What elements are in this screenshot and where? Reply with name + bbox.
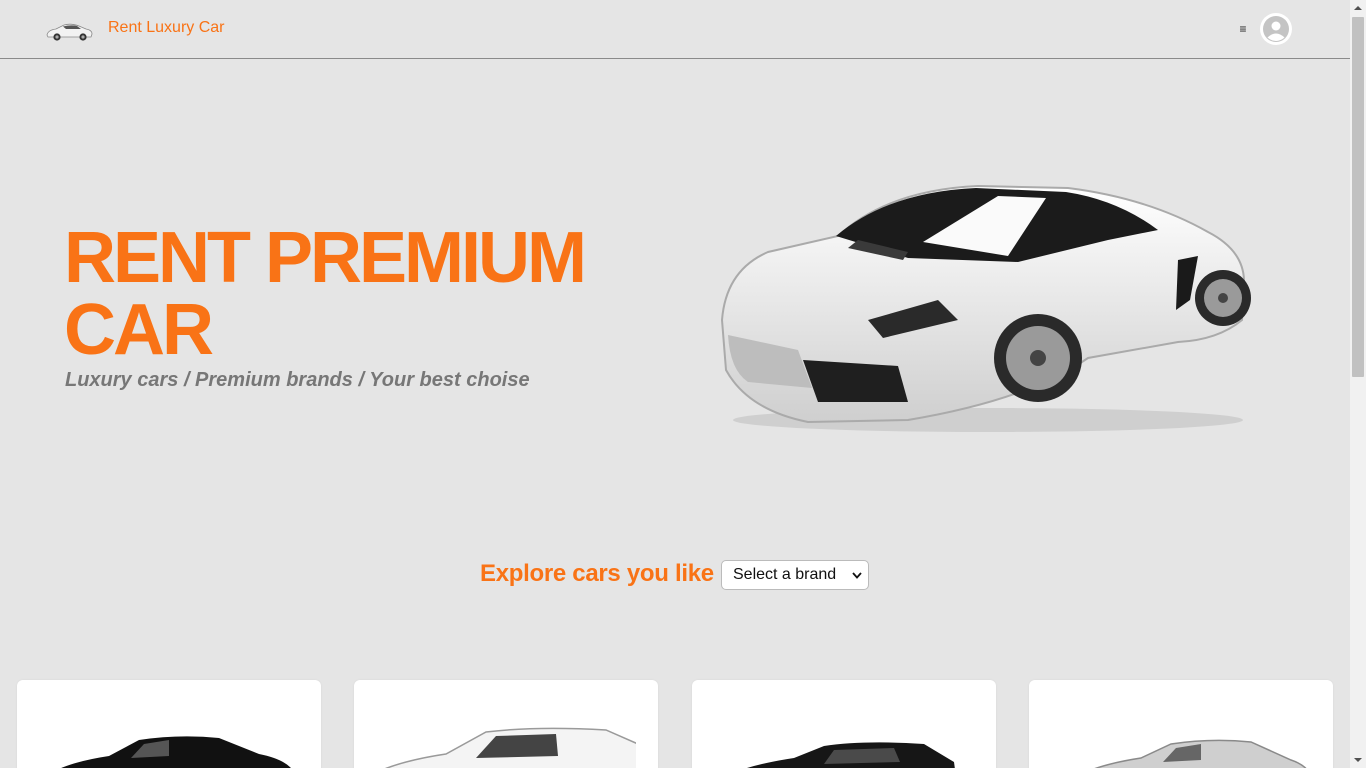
logo-car-icon[interactable] — [44, 18, 94, 44]
scrollbar-thumb[interactable] — [1352, 17, 1364, 377]
avatar[interactable] — [1260, 13, 1292, 45]
hero-subtitle: Luxury cars / Premium brands / Your best… — [65, 369, 530, 391]
car-image — [1094, 739, 1307, 768]
car-card[interactable] — [1029, 680, 1333, 768]
chevron-down-icon — [852, 572, 862, 579]
car-card[interactable] — [17, 680, 321, 768]
car-card[interactable] — [692, 680, 996, 768]
brand-select[interactable]: Select a brand — [721, 560, 869, 590]
hero-title: RENT PREMIUM CAR — [64, 218, 587, 370]
scrollbar[interactable] — [1350, 0, 1366, 768]
car-card[interactable] — [354, 680, 658, 768]
user-icon — [1263, 16, 1289, 42]
scroll-down-arrow-icon[interactable] — [1350, 752, 1366, 768]
brand-select-value: Select a brand — [733, 566, 837, 583]
car-image — [61, 736, 291, 768]
explore-heading: Explore cars you like — [480, 560, 714, 587]
brand-link[interactable]: Rent Luxury Car — [108, 19, 225, 37]
scroll-up-arrow-icon[interactable] — [1350, 0, 1366, 16]
car-image — [747, 742, 955, 768]
menu-icon[interactable]: ≡ — [1236, 21, 1250, 37]
navbar: Rent Luxury Car ≡ — [0, 0, 1350, 59]
hero-car-image — [720, 184, 1251, 432]
car-image — [385, 727, 636, 768]
